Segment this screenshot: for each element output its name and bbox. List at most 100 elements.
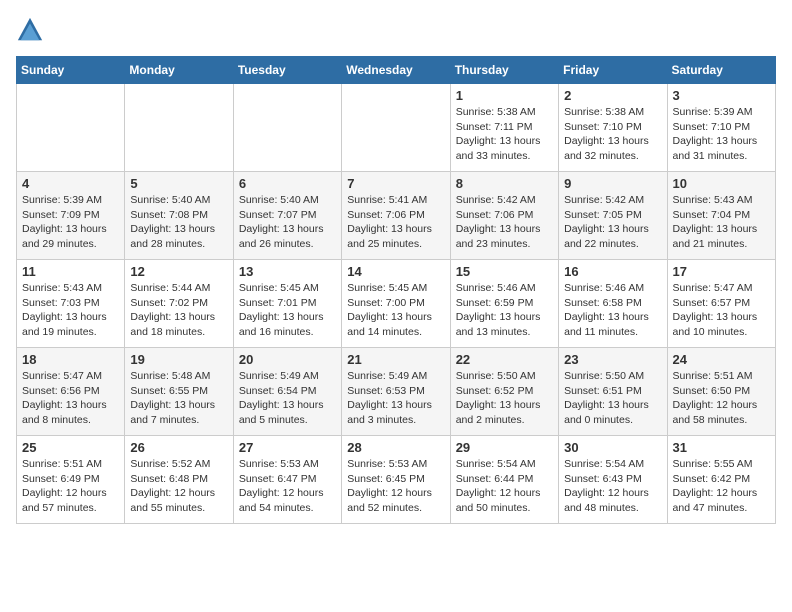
calendar-cell: 3 Sunrise: 5:39 AM Sunset: 7:10 PM Daylig… — [667, 84, 775, 172]
calendar-cell: 24Sunrise: 5:51 AM Sunset: 6:50 PM Dayli… — [667, 348, 775, 436]
calendar-week-row: 1Sunrise: 5:38 AM Sunset: 7:11 PM Daylig… — [17, 84, 776, 172]
day-header-tuesday: Tuesday — [233, 57, 341, 84]
calendar-cell: 17 Sunrise: 5:47 AM Sunset: 6:57 PM Dayli… — [667, 260, 775, 348]
day-number: 22 — [456, 352, 553, 367]
day-number: 13 — [239, 264, 336, 279]
day-number: 21 — [347, 352, 444, 367]
calendar-week-row: 18 Sunrise: 5:47 AM Sunset: 6:56 PM Dayli… — [17, 348, 776, 436]
day-info: Sunrise: 5:42 AM Sunset: 7:06 PM Dayligh… — [456, 193, 553, 252]
day-info: Sunrise: 5:53 AM Sunset: 6:47 PM Dayligh… — [239, 457, 336, 516]
day-info: Sunrise: 5:45 AM Sunset: 7:00 PM Dayligh… — [347, 281, 444, 340]
logo-icon — [16, 16, 44, 44]
day-info: Sunrise: 5:50 AM Sunset: 6:52 PM Dayligh… — [456, 369, 553, 428]
day-number: 25 — [22, 440, 119, 455]
calendar-cell: 28 Sunrise: 5:53 AM Sunset: 6:45 PM Dayli… — [342, 436, 450, 524]
day-info: Sunrise: 5:52 AM Sunset: 6:48 PM Dayligh… — [130, 457, 227, 516]
day-number: 11 — [22, 264, 119, 279]
page-header — [16, 16, 776, 44]
calendar-cell: 16Sunrise: 5:46 AM Sunset: 6:58 PM Dayli… — [559, 260, 667, 348]
calendar-cell: 15 Sunrise: 5:46 AM Sunset: 6:59 PM Dayli… — [450, 260, 558, 348]
calendar-cell: 23 Sunrise: 5:50 AM Sunset: 6:51 PM Dayli… — [559, 348, 667, 436]
calendar-cell: 14Sunrise: 5:45 AM Sunset: 7:00 PM Dayli… — [342, 260, 450, 348]
day-number: 17 — [673, 264, 770, 279]
calendar-cell: 8 Sunrise: 5:42 AM Sunset: 7:06 PM Daylig… — [450, 172, 558, 260]
day-number: 3 — [673, 88, 770, 103]
calendar-cell: 30 Sunrise: 5:54 AM Sunset: 6:43 PM Dayli… — [559, 436, 667, 524]
calendar-cell: 4Sunrise: 5:39 AM Sunset: 7:09 PM Daylig… — [17, 172, 125, 260]
calendar-week-row: 11Sunrise: 5:43 AM Sunset: 7:03 PM Dayli… — [17, 260, 776, 348]
calendar-cell: 25 Sunrise: 5:51 AM Sunset: 6:49 PM Dayli… — [17, 436, 125, 524]
calendar-week-row: 25 Sunrise: 5:51 AM Sunset: 6:49 PM Dayli… — [17, 436, 776, 524]
day-header-friday: Friday — [559, 57, 667, 84]
day-number: 9 — [564, 176, 661, 191]
day-info: Sunrise: 5:51 AM Sunset: 6:49 PM Dayligh… — [22, 457, 119, 516]
day-info: Sunrise: 5:54 AM Sunset: 6:43 PM Dayligh… — [564, 457, 661, 516]
calendar-cell: 11Sunrise: 5:43 AM Sunset: 7:03 PM Dayli… — [17, 260, 125, 348]
calendar-cell: 6Sunrise: 5:40 AM Sunset: 7:07 PM Daylig… — [233, 172, 341, 260]
calendar-cell: 22 Sunrise: 5:50 AM Sunset: 6:52 PM Dayli… — [450, 348, 558, 436]
day-info: Sunrise: 5:47 AM Sunset: 6:57 PM Dayligh… — [673, 281, 770, 340]
calendar-cell: 27 Sunrise: 5:53 AM Sunset: 6:47 PM Dayli… — [233, 436, 341, 524]
calendar-cell: 18 Sunrise: 5:47 AM Sunset: 6:56 PM Dayli… — [17, 348, 125, 436]
calendar-cell — [125, 84, 233, 172]
day-info: Sunrise: 5:55 AM Sunset: 6:42 PM Dayligh… — [673, 457, 770, 516]
day-number: 10 — [673, 176, 770, 191]
day-info: Sunrise: 5:54 AM Sunset: 6:44 PM Dayligh… — [456, 457, 553, 516]
day-info: Sunrise: 5:50 AM Sunset: 6:51 PM Dayligh… — [564, 369, 661, 428]
day-header-thursday: Thursday — [450, 57, 558, 84]
day-info: Sunrise: 5:48 AM Sunset: 6:55 PM Dayligh… — [130, 369, 227, 428]
day-number: 19 — [130, 352, 227, 367]
day-info: Sunrise: 5:49 AM Sunset: 6:54 PM Dayligh… — [239, 369, 336, 428]
day-header-saturday: Saturday — [667, 57, 775, 84]
day-info: Sunrise: 5:43 AM Sunset: 7:04 PM Dayligh… — [673, 193, 770, 252]
day-number: 23 — [564, 352, 661, 367]
calendar-cell: 29 Sunrise: 5:54 AM Sunset: 6:44 PM Dayli… — [450, 436, 558, 524]
day-info: Sunrise: 5:51 AM Sunset: 6:50 PM Dayligh… — [673, 369, 770, 428]
calendar-week-row: 4Sunrise: 5:39 AM Sunset: 7:09 PM Daylig… — [17, 172, 776, 260]
day-info: Sunrise: 5:40 AM Sunset: 7:08 PM Dayligh… — [130, 193, 227, 252]
day-number: 30 — [564, 440, 661, 455]
day-info: Sunrise: 5:46 AM Sunset: 6:59 PM Dayligh… — [456, 281, 553, 340]
day-info: Sunrise: 5:39 AM Sunset: 7:10 PM Dayligh… — [673, 105, 770, 164]
day-number: 28 — [347, 440, 444, 455]
day-info: Sunrise: 5:38 AM Sunset: 7:11 PM Dayligh… — [456, 105, 553, 164]
day-info: Sunrise: 5:45 AM Sunset: 7:01 PM Dayligh… — [239, 281, 336, 340]
calendar-cell: 10 Sunrise: 5:43 AM Sunset: 7:04 PM Dayli… — [667, 172, 775, 260]
day-info: Sunrise: 5:38 AM Sunset: 7:10 PM Dayligh… — [564, 105, 661, 164]
day-number: 15 — [456, 264, 553, 279]
day-number: 27 — [239, 440, 336, 455]
day-header-wednesday: Wednesday — [342, 57, 450, 84]
calendar-cell: 31 Sunrise: 5:55 AM Sunset: 6:42 PM Dayli… — [667, 436, 775, 524]
calendar-cell — [17, 84, 125, 172]
day-number: 2 — [564, 88, 661, 103]
calendar-cell — [342, 84, 450, 172]
day-info: Sunrise: 5:47 AM Sunset: 6:56 PM Dayligh… — [22, 369, 119, 428]
calendar-cell: 21 Sunrise: 5:49 AM Sunset: 6:53 PM Dayli… — [342, 348, 450, 436]
day-number: 8 — [456, 176, 553, 191]
calendar-cell: 9Sunrise: 5:42 AM Sunset: 7:05 PM Daylig… — [559, 172, 667, 260]
day-number: 5 — [130, 176, 227, 191]
calendar-cell: 19 Sunrise: 5:48 AM Sunset: 6:55 PM Dayli… — [125, 348, 233, 436]
day-number: 29 — [456, 440, 553, 455]
calendar-header-row: SundayMondayTuesdayWednesdayThursdayFrid… — [17, 57, 776, 84]
day-info: Sunrise: 5:49 AM Sunset: 6:53 PM Dayligh… — [347, 369, 444, 428]
day-number: 26 — [130, 440, 227, 455]
calendar-cell: 1Sunrise: 5:38 AM Sunset: 7:11 PM Daylig… — [450, 84, 558, 172]
day-number: 18 — [22, 352, 119, 367]
calendar-cell — [233, 84, 341, 172]
logo — [16, 16, 48, 44]
day-number: 20 — [239, 352, 336, 367]
day-number: 12 — [130, 264, 227, 279]
calendar-cell: 13 Sunrise: 5:45 AM Sunset: 7:01 PM Dayli… — [233, 260, 341, 348]
calendar-cell: 5 Sunrise: 5:40 AM Sunset: 7:08 PM Daylig… — [125, 172, 233, 260]
day-number: 7 — [347, 176, 444, 191]
day-info: Sunrise: 5:53 AM Sunset: 6:45 PM Dayligh… — [347, 457, 444, 516]
calendar-cell: 12Sunrise: 5:44 AM Sunset: 7:02 PM Dayli… — [125, 260, 233, 348]
day-info: Sunrise: 5:46 AM Sunset: 6:58 PM Dayligh… — [564, 281, 661, 340]
day-info: Sunrise: 5:41 AM Sunset: 7:06 PM Dayligh… — [347, 193, 444, 252]
calendar-table: SundayMondayTuesdayWednesdayThursdayFrid… — [16, 56, 776, 524]
day-number: 4 — [22, 176, 119, 191]
day-number: 31 — [673, 440, 770, 455]
calendar-cell: 7 Sunrise: 5:41 AM Sunset: 7:06 PM Daylig… — [342, 172, 450, 260]
day-info: Sunrise: 5:40 AM Sunset: 7:07 PM Dayligh… — [239, 193, 336, 252]
